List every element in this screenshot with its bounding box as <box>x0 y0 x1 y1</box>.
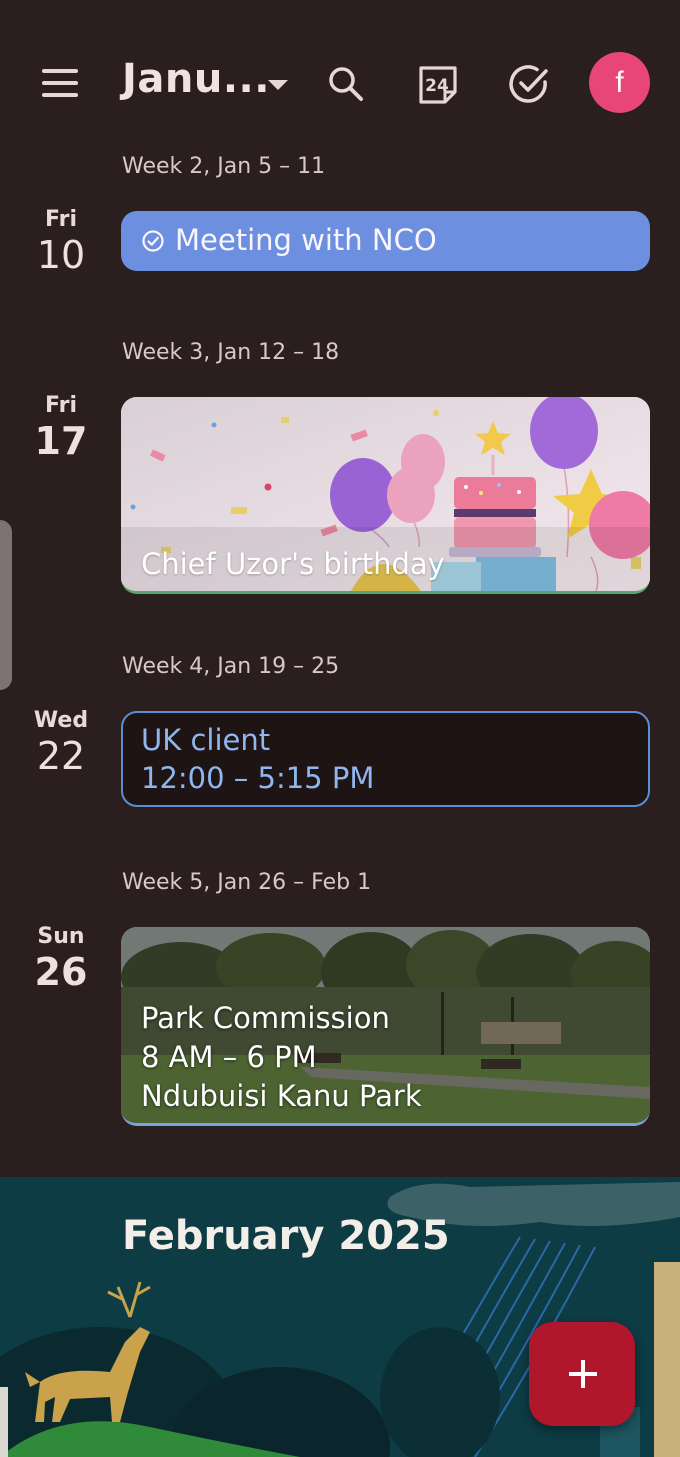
check-circle-icon <box>509 65 548 103</box>
event-time: 12:00 – 5:15 PM <box>141 761 375 795</box>
event-title: UK client <box>141 723 271 757</box>
day-number: 17 <box>34 419 88 463</box>
search-button[interactable] <box>326 64 366 104</box>
week-label: Week 4, Jan 19 – 25 <box>122 654 340 679</box>
hamburger-menu-icon <box>42 81 78 85</box>
today-date-text: 24 <box>425 76 449 96</box>
chevron-down-icon[interactable] <box>268 80 288 90</box>
month-selector-title[interactable]: Janu... <box>122 56 270 102</box>
tasks-button[interactable] <box>507 62 551 106</box>
day-number: 26 <box>34 950 88 994</box>
day-number: 22 <box>36 734 86 778</box>
week-label: Week 5, Jan 26 – Feb 1 <box>122 870 372 895</box>
event-title: Meeting with NCO <box>175 223 437 257</box>
day-name: Sun <box>37 924 85 949</box>
day-name: Fri <box>44 207 77 232</box>
calendar-today-icon: 24 <box>419 66 457 104</box>
day-header[interactable]: Fri 10 <box>20 207 102 277</box>
create-event-button[interactable] <box>529 1322 635 1426</box>
day-header[interactable]: Sun 26 <box>20 924 102 994</box>
day-header[interactable]: Fri 17 <box>20 393 102 463</box>
event-park-commission[interactable]: Park Commission 8 AM – 6 PM Ndubuisi Kan… <box>121 927 650 1126</box>
event-location: Ndubuisi Kanu Park <box>141 1079 422 1113</box>
week-label: Week 2, Jan 5 – 11 <box>122 154 326 179</box>
event-meeting-with-nco[interactable]: Meeting with NCO <box>121 211 650 271</box>
calendar-app: Janu... 24 f Week 2, Jan 5 – 11 Fri 10 M… <box>0 0 680 1457</box>
event-title: Park Commission <box>141 1001 390 1035</box>
plus-icon <box>581 1360 585 1388</box>
event-time: 8 AM – 6 PM <box>141 1040 317 1074</box>
hamburger-menu-icon <box>42 69 78 73</box>
event-uk-client[interactable]: UK client 12:00 – 5:15 PM <box>121 711 650 807</box>
search-icon <box>329 67 363 101</box>
day-name: Fri <box>44 393 77 418</box>
menu-button[interactable] <box>38 66 82 100</box>
event-birthday[interactable]: Chief Uzor's birthday <box>121 397 650 594</box>
task-check-icon <box>142 230 164 252</box>
hamburger-menu-icon <box>42 93 78 97</box>
month-banner-title: February 2025 <box>122 1213 450 1259</box>
week-label: Week 3, Jan 12 – 18 <box>122 340 340 365</box>
day-name: Wed <box>33 708 89 733</box>
event-title: Chief Uzor's birthday <box>141 547 445 581</box>
account-avatar[interactable]: f <box>589 52 650 113</box>
jump-to-today-button[interactable]: 24 <box>416 62 460 106</box>
top-app-bar: Janu... 24 f <box>0 40 680 126</box>
day-number: 10 <box>36 233 86 277</box>
day-header[interactable]: Wed 22 <box>20 708 102 778</box>
side-panel-handle[interactable] <box>0 520 12 690</box>
